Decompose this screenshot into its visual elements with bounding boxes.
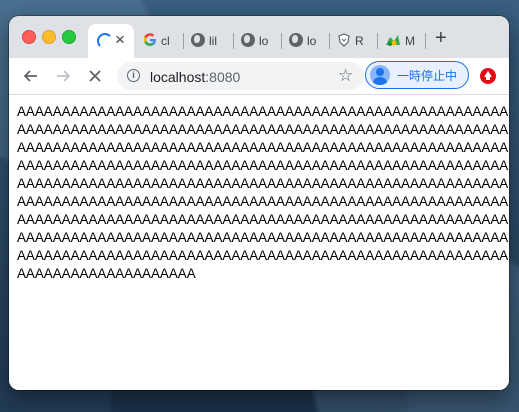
tab-separator	[425, 33, 426, 49]
tab-globe-2[interactable]: lo	[235, 24, 281, 58]
globe-icon	[289, 33, 303, 47]
address-bar[interactable]: i localhost:8080 ☆	[117, 62, 364, 90]
loading-spinner-icon	[97, 33, 113, 49]
shield-icon	[338, 33, 350, 47]
url-port: :8080	[205, 69, 241, 85]
tab-separator	[377, 33, 378, 49]
tab-title: M	[405, 34, 415, 48]
globe-icon	[191, 33, 205, 47]
tab-active[interactable]: ×	[88, 24, 134, 58]
forward-arrow-icon[interactable]	[53, 66, 73, 86]
tab-green-app[interactable]: M	[379, 24, 425, 58]
profile-button[interactable]: 一時停止中	[365, 61, 469, 89]
tab-close-icon[interactable]: ×	[115, 30, 125, 50]
browser-window: × cl lil lo lo R M + i localhost:8080 ☆ …	[9, 16, 509, 390]
tab-google[interactable]: cl	[137, 24, 181, 58]
window-minimize-button[interactable]	[42, 30, 56, 44]
new-tab-button[interactable]: +	[435, 28, 447, 48]
info-icon[interactable]: i	[127, 69, 140, 82]
window-maximize-button[interactable]	[62, 30, 76, 44]
page-content: AAAAAAAAAAAAAAAAAAAAAAAAAAAAAAAAAAAAAAAA…	[9, 95, 509, 390]
google-icon	[143, 33, 156, 46]
tab-separator	[183, 33, 184, 49]
tab-separator	[281, 33, 282, 49]
page-body-text: AAAAAAAAAAAAAAAAAAAAAAAAAAAAAAAAAAAAAAAA…	[17, 104, 509, 281]
globe-icon	[241, 33, 255, 47]
upload-icon[interactable]	[480, 68, 496, 84]
tab-title: R	[355, 34, 364, 48]
tab-strip: × cl lil lo lo R M +	[9, 16, 509, 58]
tab-globe-3[interactable]: lo	[283, 24, 329, 58]
back-arrow-icon[interactable]	[21, 66, 41, 86]
tab-title: lil	[209, 34, 217, 48]
tab-title: cl	[161, 34, 170, 48]
bookmark-star-icon[interactable]: ☆	[338, 66, 353, 86]
tab-globe-1[interactable]: lil	[185, 24, 231, 58]
avatar-icon	[370, 65, 390, 85]
browser-toolbar: i localhost:8080 ☆ 一時停止中	[9, 58, 509, 95]
tab-title: lo	[259, 34, 269, 48]
stop-icon[interactable]	[85, 66, 105, 86]
green-app-icon	[386, 35, 400, 46]
tab-title: lo	[307, 34, 317, 48]
tab-separator	[233, 33, 234, 49]
url-text[interactable]: localhost:8080	[150, 69, 240, 85]
window-close-button[interactable]	[22, 30, 36, 44]
tab-shield[interactable]: R	[331, 24, 377, 58]
url-host: localhost	[150, 69, 206, 85]
tab-separator	[329, 33, 330, 49]
profile-status-label: 一時停止中	[397, 69, 458, 83]
